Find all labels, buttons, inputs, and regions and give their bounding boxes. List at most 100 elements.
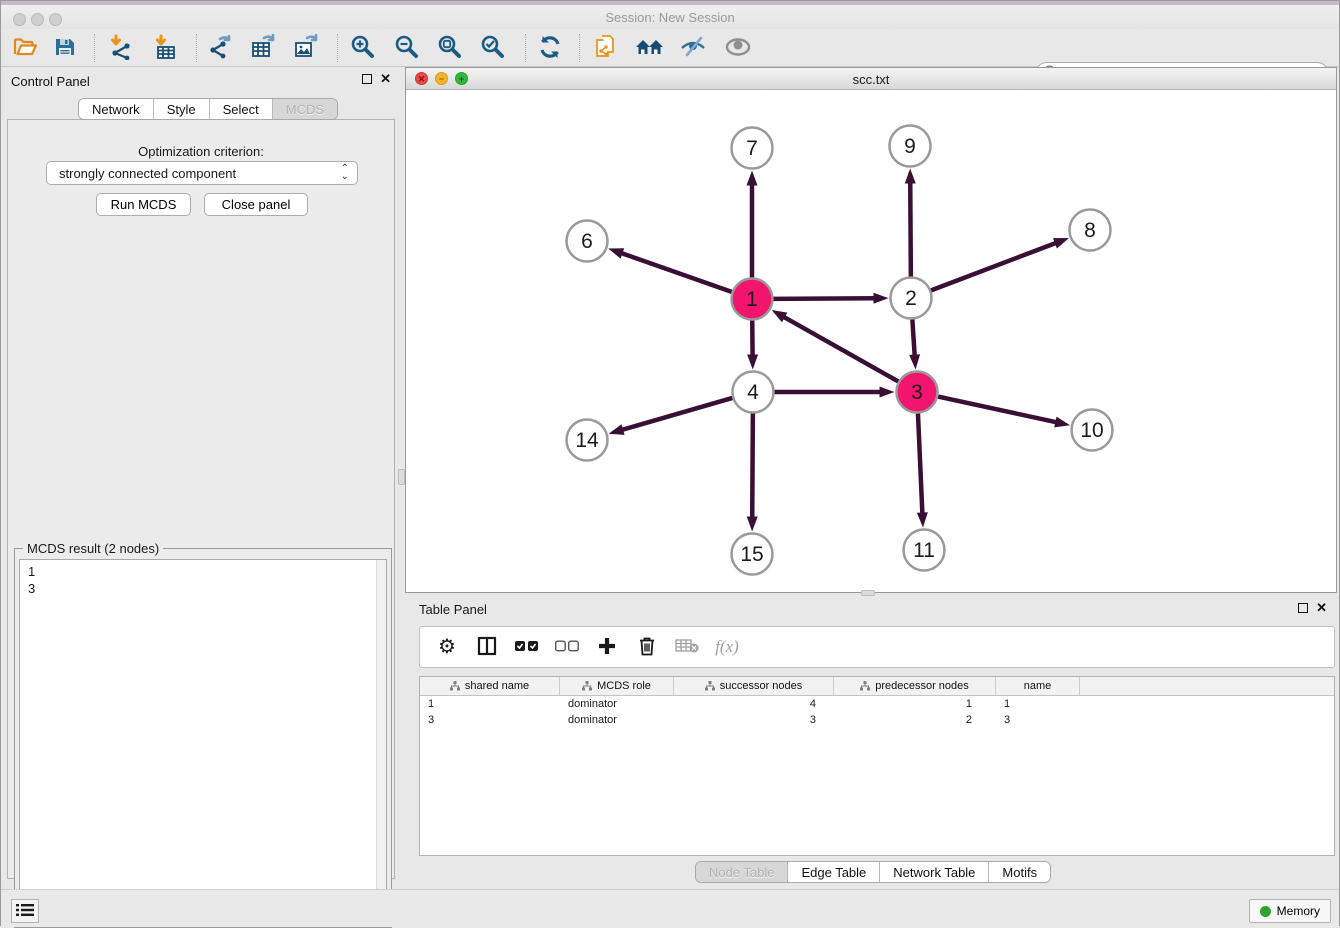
columns-icon [477, 636, 497, 659]
zoom-selected-button[interactable] [475, 32, 511, 64]
tab-node-table[interactable]: Node Table [696, 862, 789, 882]
table-header-row: shared name MCDS role successor nodes pr… [420, 677, 1334, 696]
select-all-button[interactable] [514, 634, 540, 660]
close-table-panel-icon[interactable]: ✕ [1316, 603, 1327, 613]
close-panel-icon[interactable]: ✕ [380, 74, 391, 84]
export-table-button[interactable] [245, 32, 281, 64]
attribute-icon [450, 681, 460, 691]
column-panel-button[interactable] [474, 634, 500, 660]
graph-node-label: 11 [913, 539, 935, 562]
node-table[interactable]: shared name MCDS role successor nodes pr… [419, 676, 1335, 856]
edge-3-10[interactable] [938, 397, 1057, 423]
cell-successor: 3 [674, 714, 834, 726]
network-window-titlebar[interactable]: ✕ − + scc.txt [406, 68, 1336, 90]
deselect-all-button[interactable] [554, 634, 580, 660]
edge-arrowhead [772, 310, 788, 322]
main-toolbar [1, 29, 1339, 67]
duplicate-network-button[interactable] [588, 32, 624, 64]
graph-node-label: 7 [746, 137, 758, 160]
edge-2-3[interactable] [912, 319, 914, 356]
tab-network[interactable]: Network [79, 99, 154, 119]
mcds-result-list[interactable]: 1 3 [19, 559, 387, 923]
col-predecessor-nodes[interactable]: predecessor nodes [834, 677, 996, 695]
network-title: scc.txt [406, 72, 1336, 87]
toolbar-separator [525, 34, 526, 62]
edge-arrowhead [747, 354, 758, 369]
delete-table-button[interactable] [674, 634, 700, 660]
table-toolbar: ⚙ f(x) [419, 626, 1335, 668]
graph-node-label: 14 [575, 429, 599, 452]
edge-4-15[interactable] [752, 413, 753, 518]
session-title: Session: New Session [1, 10, 1339, 25]
titlebar[interactable]: Session: New Session [1, 5, 1339, 29]
cell-mcds-role: dominator [560, 698, 674, 710]
edge-arrowhead [747, 516, 758, 531]
edge-arrowhead [1054, 417, 1070, 428]
function-builder-button[interactable]: f(x) [714, 634, 740, 660]
show-selected-button[interactable] [720, 32, 756, 64]
zoom-in-icon [350, 34, 376, 63]
col-successor-nodes[interactable]: successor nodes [674, 677, 834, 695]
result-scrollbar[interactable] [376, 560, 386, 922]
float-table-panel-icon[interactable] [1298, 603, 1308, 613]
export-image-icon [293, 34, 319, 63]
optimization-criterion-select[interactable]: strongly connected component ⌃⌄ [46, 161, 358, 185]
run-mcds-button[interactable]: Run MCDS [96, 193, 191, 216]
col-shared-name[interactable]: shared name [420, 677, 560, 695]
table-settings-button[interactable]: ⚙ [434, 634, 460, 660]
col-mcds-role[interactable]: MCDS role [560, 677, 674, 695]
save-session-button[interactable] [47, 32, 83, 64]
selected-criterion: strongly connected component [59, 166, 341, 181]
graph-node-label: 15 [740, 543, 763, 566]
col-name[interactable]: name [996, 677, 1080, 695]
edge-4-14[interactable] [621, 398, 732, 430]
attribute-icon [860, 681, 870, 691]
horizontal-splitter-handle[interactable] [861, 590, 875, 596]
zoom-in-button[interactable] [345, 32, 381, 64]
add-column-button[interactable] [594, 634, 620, 660]
control-panel-title: Control Panel [11, 74, 90, 89]
apply-layout-button[interactable] [532, 32, 568, 64]
float-panel-icon[interactable] [362, 74, 372, 84]
table-row[interactable]: 3 dominator 3 2 3 [420, 712, 1334, 728]
cell-successor: 4 [674, 698, 834, 710]
tab-motifs[interactable]: Motifs [989, 862, 1050, 882]
edge-2-8[interactable] [931, 243, 1057, 291]
tab-style[interactable]: Style [154, 99, 210, 119]
vertical-splitter-handle[interactable] [398, 469, 405, 485]
edge-2-9[interactable] [910, 181, 911, 276]
attribute-icon [582, 681, 592, 691]
edge-arrowhead [1053, 238, 1069, 248]
control-panel-tabs: Network Style Select MCDS [78, 98, 338, 120]
network-graph-canvas[interactable]: 7968124314101511 [406, 90, 1336, 592]
tab-network-table[interactable]: Network Table [880, 862, 989, 882]
edge-1-6[interactable] [620, 253, 731, 292]
import-network-button[interactable] [103, 32, 139, 64]
open-session-button[interactable] [7, 32, 43, 64]
task-history-button[interactable] [11, 899, 39, 923]
tab-edge-table[interactable]: Edge Table [788, 862, 880, 882]
edge-arrowhead [747, 171, 758, 186]
edge-3-11[interactable] [918, 413, 922, 514]
delete-column-button[interactable] [634, 634, 660, 660]
checked-boxes-icon [515, 640, 539, 655]
zoom-fit-button[interactable] [432, 32, 468, 64]
edge-1-2[interactable] [773, 298, 875, 299]
select-stepper-icon: ⌃⌄ [341, 165, 349, 181]
import-table-button[interactable] [148, 32, 184, 64]
result-line: 1 [28, 563, 386, 580]
table-row[interactable]: 1 dominator 4 1 1 [420, 696, 1334, 712]
memory-button[interactable]: Memory [1249, 899, 1331, 923]
tab-mcds[interactable]: MCDS [273, 99, 337, 119]
close-panel-button[interactable]: Close panel [204, 193, 308, 216]
zoom-out-button[interactable] [389, 32, 425, 64]
toolbar-separator [337, 34, 338, 62]
hide-selected-button[interactable] [675, 32, 711, 64]
edge-3-1[interactable] [783, 316, 898, 381]
export-network-button[interactable] [202, 32, 238, 64]
show-all-networks-button[interactable] [632, 32, 668, 64]
zoom-out-icon [394, 34, 420, 63]
tab-select[interactable]: Select [210, 99, 273, 119]
edge-arrowhead [905, 168, 916, 183]
export-image-button[interactable] [288, 32, 324, 64]
